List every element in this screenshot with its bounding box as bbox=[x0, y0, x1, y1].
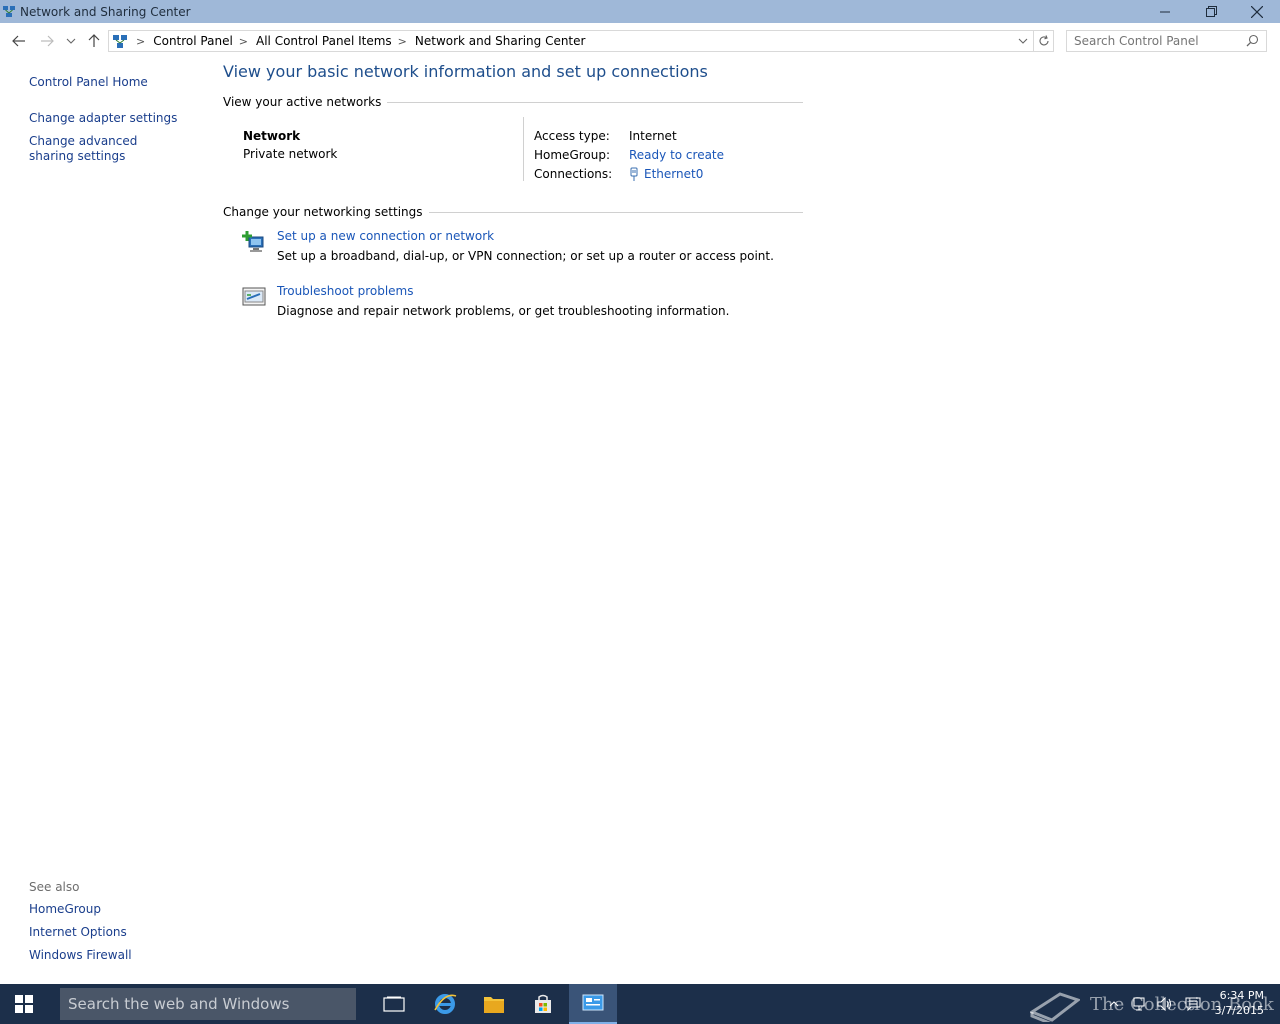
network-name: Network bbox=[243, 129, 301, 143]
see-also-heading: See also bbox=[29, 880, 80, 894]
connections-row: Connections: Ethernet0 bbox=[534, 167, 703, 181]
clock-date: 3/7/2015 bbox=[1214, 1004, 1264, 1017]
ethernet-icon bbox=[629, 167, 639, 181]
network-type: Private network bbox=[243, 147, 338, 161]
see-also-section: See also HomeGroup Internet Options Wind… bbox=[29, 880, 132, 971]
windows-firewall-link[interactable]: Windows Firewall bbox=[29, 948, 132, 963]
breadcrumb-separator-icon[interactable]: > bbox=[136, 35, 145, 48]
breadcrumb-separator-icon[interactable]: > bbox=[239, 35, 248, 48]
taskbar-search-box[interactable]: Search the web and Windows bbox=[60, 988, 356, 1020]
active-network-panel: Network Private network Access type: Int… bbox=[223, 109, 803, 189]
homegroup-label: HomeGroup: bbox=[534, 148, 611, 162]
control-panel-taskbar-button[interactable] bbox=[569, 984, 617, 1024]
page-title: View your basic network information and … bbox=[223, 62, 708, 81]
navigation-bar: > Control Panel > All Control Panel Item… bbox=[0, 27, 1280, 55]
store-taskbar-button[interactable] bbox=[519, 984, 567, 1024]
homegroup-ready-link[interactable]: Ready to create bbox=[629, 148, 724, 162]
control-panel-home-link[interactable]: Control Panel Home bbox=[29, 75, 199, 90]
internet-options-link[interactable]: Internet Options bbox=[29, 925, 132, 940]
troubleshoot-problems-description: Diagnose and repair network problems, or… bbox=[277, 304, 730, 318]
folder-icon bbox=[484, 997, 504, 1013]
network-center-icon bbox=[2, 5, 16, 19]
control-panel-icon bbox=[582, 994, 604, 1011]
breadcrumb-all-control-panel-items[interactable]: All Control Panel Items bbox=[256, 34, 392, 48]
internet-explorer-icon bbox=[434, 994, 457, 1014]
minimize-button[interactable] bbox=[1142, 0, 1188, 23]
new-connection-icon bbox=[241, 229, 267, 255]
network-tray-icon[interactable] bbox=[1133, 996, 1149, 1012]
change-advanced-sharing-settings-link[interactable]: Change advanced sharing settings bbox=[29, 134, 179, 164]
up-button[interactable] bbox=[84, 31, 104, 51]
file-explorer-taskbar-button[interactable] bbox=[470, 984, 518, 1024]
setup-new-connection-description: Set up a broadband, dial-up, or VPN conn… bbox=[277, 249, 774, 263]
access-type-label: Access type: bbox=[534, 129, 610, 143]
title-bar: Network and Sharing Center bbox=[0, 0, 1280, 23]
breadcrumb-network-sharing-center[interactable]: Network and Sharing Center bbox=[415, 34, 586, 48]
refresh-button[interactable] bbox=[1034, 30, 1054, 52]
restore-button[interactable] bbox=[1188, 0, 1234, 23]
active-networks-heading: View your active networks bbox=[223, 95, 382, 109]
windows-logo-icon bbox=[15, 995, 33, 1013]
task-view-icon bbox=[383, 996, 405, 1012]
search-input[interactable] bbox=[1074, 34, 1244, 48]
active-networks-header: View your active networks bbox=[223, 95, 803, 109]
book-watermark-icon bbox=[1030, 992, 1080, 1022]
address-bar[interactable]: > Control Panel > All Control Panel Item… bbox=[108, 30, 1034, 52]
section-divider bbox=[428, 211, 803, 213]
access-type-value: Internet bbox=[629, 129, 677, 143]
section-divider bbox=[387, 101, 803, 103]
task-new-connection: Set up a new connection or network Set u… bbox=[223, 229, 803, 284]
address-dropdown-chevron-down-icon[interactable] bbox=[1015, 33, 1031, 49]
show-hidden-icons-chevron-up-icon[interactable] bbox=[1106, 996, 1122, 1012]
task-troubleshoot: Troubleshoot problems Diagnose and repai… bbox=[223, 284, 803, 339]
start-button[interactable] bbox=[0, 984, 48, 1024]
forward-button[interactable] bbox=[37, 31, 57, 51]
taskbar: Search the web and Windows The Collectio… bbox=[0, 984, 1280, 1024]
connections-label: Connections: bbox=[534, 167, 613, 181]
volume-icon[interactable] bbox=[1157, 996, 1173, 1012]
change-adapter-settings-link[interactable]: Change adapter settings bbox=[29, 111, 199, 126]
system-clock[interactable]: 6:34 PM 3/7/2015 bbox=[1215, 988, 1264, 1018]
task-view-button[interactable] bbox=[370, 984, 418, 1024]
search-box[interactable] bbox=[1066, 30, 1267, 52]
control-panel-icon bbox=[112, 33, 128, 49]
back-button[interactable] bbox=[9, 31, 29, 51]
action-center-icon[interactable] bbox=[1185, 996, 1201, 1012]
ethernet-connection-link[interactable]: Ethernet0 bbox=[629, 167, 703, 181]
homegroup-link[interactable]: HomeGroup bbox=[29, 902, 132, 917]
breadcrumb-control-panel[interactable]: Control Panel bbox=[153, 34, 233, 48]
search-icon[interactable] bbox=[1246, 34, 1260, 48]
troubleshoot-problems-link[interactable]: Troubleshoot problems bbox=[277, 284, 413, 298]
internet-explorer-taskbar-button[interactable] bbox=[421, 984, 469, 1024]
store-icon bbox=[535, 994, 551, 1013]
left-pane: Control Panel Home Change adapter settin… bbox=[29, 72, 199, 164]
breadcrumb-separator-icon[interactable]: > bbox=[398, 35, 407, 48]
window-title: Network and Sharing Center bbox=[20, 4, 191, 19]
refresh-icon bbox=[1039, 35, 1049, 46]
recent-locations-chevron-down-icon[interactable] bbox=[61, 31, 81, 51]
close-button[interactable] bbox=[1234, 0, 1280, 23]
clock-time: 6:34 PM bbox=[1219, 989, 1264, 1002]
change-settings-heading: Change your networking settings bbox=[223, 205, 423, 219]
main-content: View your basic network information and … bbox=[223, 62, 803, 339]
setup-new-connection-link[interactable]: Set up a new connection or network bbox=[277, 229, 494, 243]
ethernet-connection-label[interactable]: Ethernet0 bbox=[644, 167, 703, 181]
troubleshoot-icon bbox=[241, 284, 267, 310]
change-settings-header: Change your networking settings bbox=[223, 205, 803, 219]
vertical-divider bbox=[523, 117, 524, 181]
homegroup-row: HomeGroup: Ready to create bbox=[534, 148, 724, 162]
access-type-row: Access type: Internet bbox=[534, 129, 677, 143]
